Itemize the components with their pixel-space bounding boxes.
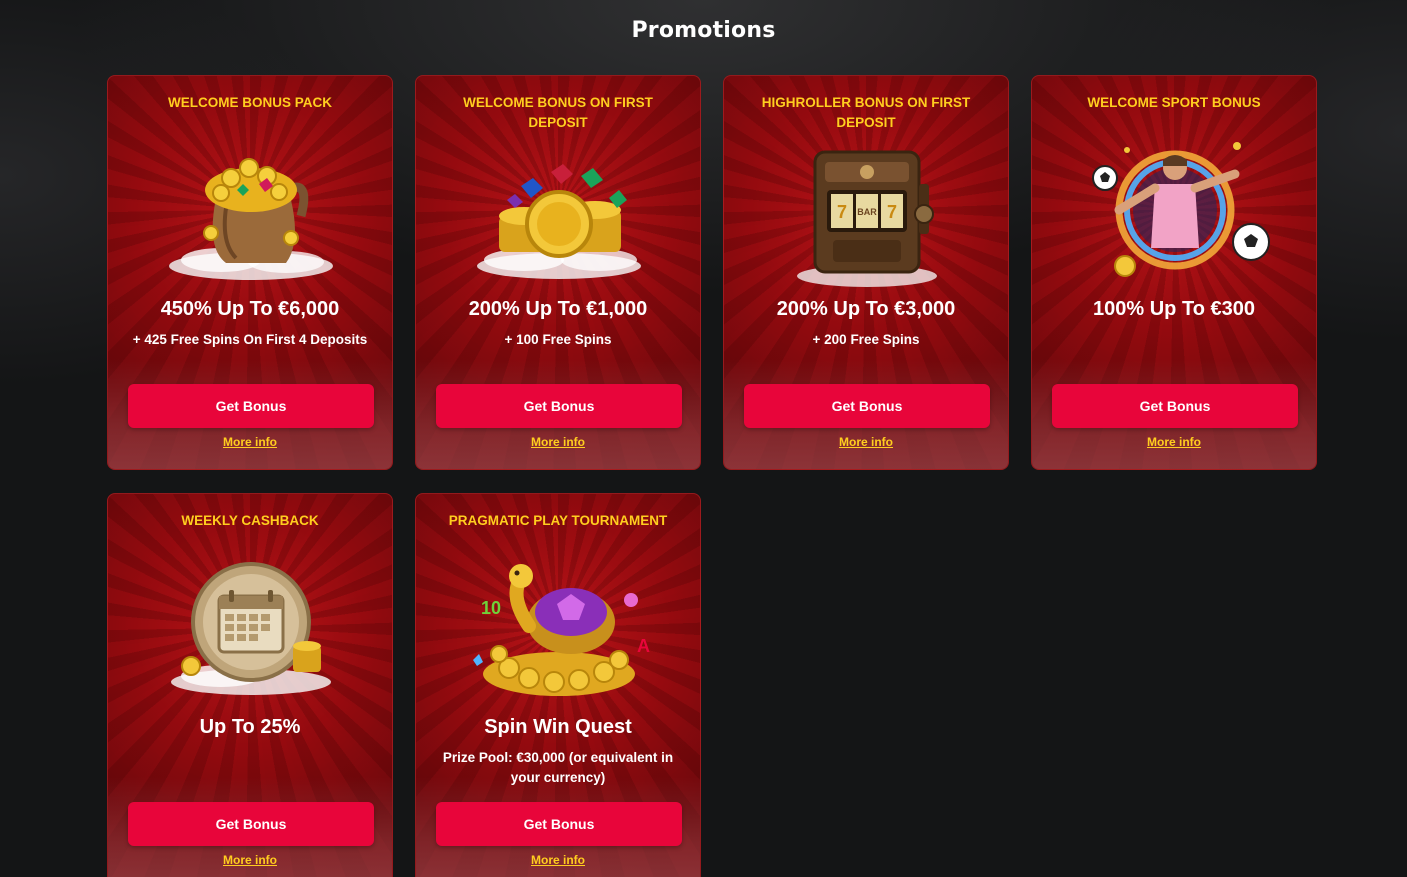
promo-headline: 450% Up To €6,000 — [160, 298, 340, 320]
get-bonus-button[interactable]: Get Bonus — [128, 384, 374, 428]
more-info-link[interactable]: More info — [1032, 435, 1316, 449]
promo-label: WELCOME SPORT BONUS — [1087, 95, 1261, 110]
calendar-coins-icon — [171, 562, 331, 695]
promo-card-welcome-first-deposit: WELCOME BONUS ON FIRST DEPOSIT 200% Up T… — [415, 75, 701, 470]
promo-label: WELCOME BONUS PACK — [168, 95, 332, 110]
get-bonus-button[interactable]: Get Bonus — [128, 802, 374, 846]
promo-headline: 100% Up To €300 — [1093, 298, 1255, 320]
get-bonus-button[interactable]: Get Bonus — [1052, 384, 1298, 428]
svg-text:7: 7 — [837, 202, 847, 222]
promo-card-weekly-cashback: WEEKLY CASHBACK Up To 25% Get Bonus More… — [107, 493, 393, 877]
get-bonus-button[interactable]: Get Bonus — [436, 384, 682, 428]
get-bonus-button[interactable]: Get Bonus — [436, 802, 682, 846]
promo-subtext: + 425 Free Spins On First 4 Deposits — [132, 332, 368, 347]
promo-headline: 200% Up To €3,000 — [776, 298, 956, 320]
svg-text:7: 7 — [887, 202, 897, 222]
more-info-link[interactable]: More info — [108, 435, 392, 449]
promo-label: PRAGMATIC PLAY TOURNAMENT — [448, 513, 668, 528]
svg-text:BAR: BAR — [857, 207, 877, 217]
gold-sack-icon — [169, 158, 333, 280]
promo-subtext: + 200 Free Spins — [812, 332, 920, 347]
page-title: Promotions — [631, 18, 776, 43]
promo-card-welcome-sport: WELCOME SPORT BONUS 100% Up To €300 Get … — [1031, 75, 1317, 470]
slot-machine-icon: 7 BAR 7 — [797, 150, 937, 287]
coin-stack-gems-icon — [477, 164, 641, 279]
promo-label: WEEKLY CASHBACK — [181, 513, 319, 528]
promo-label: HIGHROLLER BONUS ON FIRST DEPOSIT — [761, 95, 971, 130]
promo-card-highroller: HIGHROLLER BONUS ON FIRST DEPOSIT 7 BAR … — [723, 75, 1009, 470]
promo-headline: Up To 25% — [199, 716, 301, 738]
promo-subtext: Prize Pool: €30,000 (or equivalent in yo… — [442, 750, 674, 785]
promo-headline: Spin Win Quest — [484, 716, 632, 738]
get-bonus-button[interactable]: Get Bonus — [744, 384, 990, 428]
svg-text:10: 10 — [481, 598, 501, 618]
golden-turtle-icon: 10 A — [473, 564, 650, 696]
promo-subtext: + 100 Free Spins — [504, 332, 612, 347]
more-info-link[interactable]: More info — [108, 853, 392, 867]
promo-label: WELCOME BONUS ON FIRST DEPOSIT — [463, 95, 653, 130]
promotions-page: Promotions WELCOME BONUS PACK 450% Up To… — [0, 0, 1407, 877]
svg-text:A: A — [637, 636, 650, 656]
more-info-link[interactable]: More info — [724, 435, 1008, 449]
promo-card-welcome-bonus-pack: WELCOME BONUS PACK 450% Up To €6,000 + 4… — [107, 75, 393, 470]
promo-card-pragmatic-tournament: PRAGMATIC PLAY TOURNAMENT 10 A Spin Win … — [415, 493, 701, 877]
more-info-link[interactable]: More info — [416, 435, 700, 449]
footballer-portal-icon — [1092, 142, 1270, 277]
promo-headline: 200% Up To €1,000 — [468, 298, 648, 320]
more-info-link[interactable]: More info — [416, 853, 700, 867]
